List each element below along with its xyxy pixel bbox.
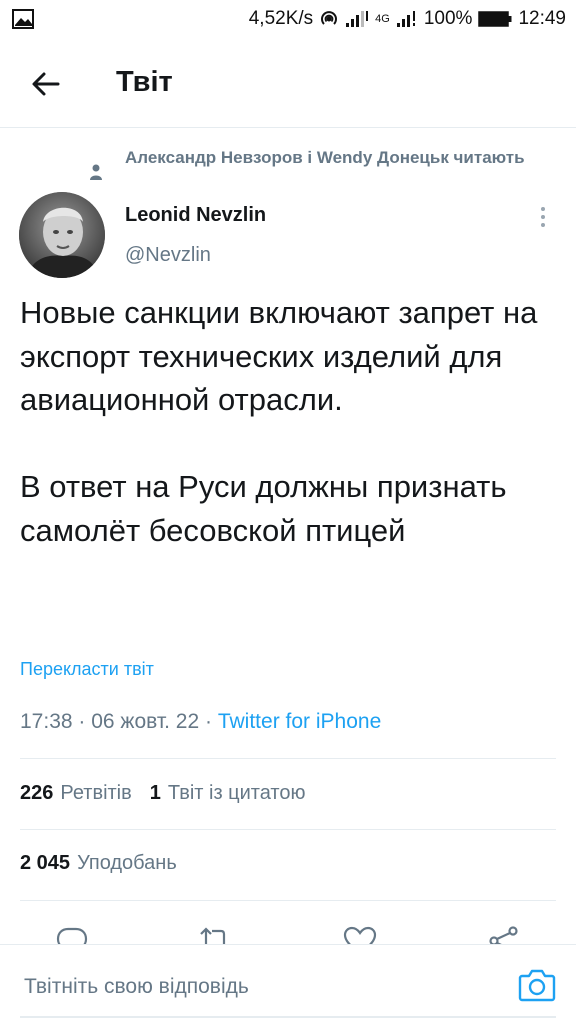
battery-percent: 100% (423, 8, 473, 29)
like-button[interactable] (343, 926, 377, 944)
translate-tweet-link[interactable]: Перекласти твіт (20, 659, 154, 680)
reply-icon (56, 927, 88, 944)
page-title: Твіт (116, 66, 173, 98)
tweet-actions (0, 918, 576, 944)
divider (20, 758, 556, 759)
arrow-left-icon (32, 72, 60, 96)
network-speed: 4,52K/s (248, 8, 314, 29)
tweet-time: 17:38 (20, 710, 73, 733)
quotes-stat[interactable]: 1 Твіт із цитатою (150, 782, 306, 805)
hotspot-icon (319, 9, 339, 29)
network-type: 4G (375, 13, 390, 25)
tweet-source-link[interactable]: Twitter for iPhone (218, 710, 381, 733)
author-handle[interactable]: @Nevzlin (125, 244, 211, 267)
likes-count: 2 045 (20, 852, 71, 874)
tweet-date: 06 жовт. 22 (91, 710, 200, 733)
reply-composer: Твітніть свою відповідь (0, 944, 576, 1024)
reply-button[interactable] (56, 926, 88, 944)
quotes-label: Твіт із цитатою (167, 782, 306, 804)
likes-stat[interactable]: 2 045 Уподобань (20, 852, 177, 875)
likes-label: Уподобань (77, 852, 177, 874)
avatar[interactable] (19, 192, 105, 278)
more-vertical-icon (541, 207, 545, 211)
camera-button[interactable] (518, 967, 556, 1005)
person-icon (88, 163, 104, 186)
heart-icon (343, 926, 377, 944)
tweet-meta: 17:38 · 06 жовт. 22 · Twitter for iPhone (20, 710, 382, 733)
quotes-count: 1 (149, 782, 161, 804)
retweet-icon (200, 927, 226, 944)
back-button[interactable] (22, 60, 70, 108)
share-button[interactable] (487, 926, 521, 944)
gallery-notification-icon (12, 9, 34, 34)
battery-icon (478, 10, 512, 28)
reply-input[interactable]: Твітніть свою відповідь (24, 975, 249, 999)
input-underline (20, 1016, 556, 1018)
retweet-button[interactable] (198, 926, 232, 944)
camera-icon (518, 969, 556, 1002)
tweet-text: Новые санкции включают запрет на экспорт… (20, 295, 538, 548)
retweets-label: Ретвітів (60, 782, 132, 804)
retweet-stats: 226 Ретвітів 1 Твіт із цитатою (20, 782, 306, 805)
retweets-count: 226 (20, 782, 54, 804)
divider (20, 829, 556, 830)
more-options-button[interactable] (530, 204, 556, 230)
status-bar: 4,52K/s 4G 100% 12:49 (0, 0, 576, 38)
author-name[interactable]: Leonid Nevzlin (125, 204, 266, 227)
share-icon (489, 926, 518, 944)
signal-icon (345, 10, 369, 28)
social-context-text: Александр Невзоров і Wendy Донецьк читаю… (125, 148, 525, 167)
divider (20, 900, 556, 901)
signal-icon-2 (396, 10, 418, 28)
clock: 12:49 (518, 8, 566, 29)
app-header: Твіт (0, 38, 576, 128)
retweets-stat[interactable]: 226 Ретвітів (20, 782, 132, 805)
